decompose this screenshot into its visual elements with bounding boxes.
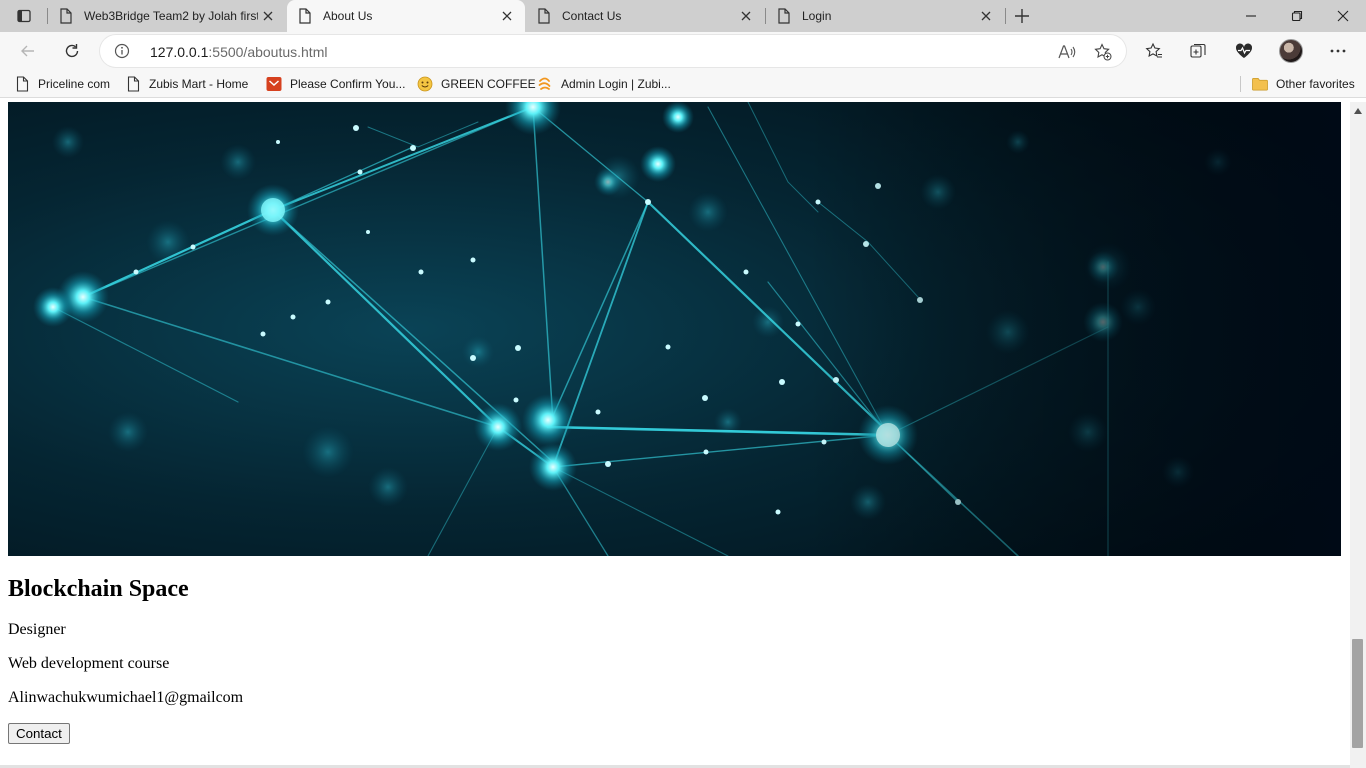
- scroll-up-arrow-icon[interactable]: [1350, 102, 1366, 119]
- tab-actions-button[interactable]: [6, 3, 42, 29]
- other-favorites-label: Other favorites: [1276, 77, 1355, 91]
- read-aloud-icon[interactable]: [1056, 41, 1078, 63]
- refresh-icon: [65, 44, 79, 58]
- tab-strip: Web3Bridge Team2 by Jolah first About Us…: [0, 0, 1366, 32]
- bookmarks-bar: Priceline com Zubis Mart - Home Please C…: [0, 70, 1366, 98]
- tab-web3bridge[interactable]: Web3Bridge Team2 by Jolah first: [48, 0, 286, 32]
- close-window-button[interactable]: [1320, 0, 1366, 32]
- other-favorites-folder[interactable]: Other favorites: [1252, 74, 1355, 94]
- bookmark-please-confirm[interactable]: Please Confirm You...: [266, 74, 405, 94]
- tab-login[interactable]: Login: [766, 0, 1004, 32]
- tab-separator: [1005, 8, 1006, 24]
- close-tab-icon[interactable]: [976, 6, 996, 26]
- bookmark-label: Priceline com: [38, 77, 111, 91]
- page-icon: [297, 8, 313, 24]
- tab-title: About Us: [323, 9, 373, 23]
- tab-title: Login: [802, 9, 832, 23]
- contact-button[interactable]: Contact: [8, 722, 70, 744]
- bookmark-label: Please Confirm You...: [290, 77, 406, 91]
- refresh-button[interactable]: [56, 35, 88, 67]
- tab-contact-us[interactable]: Contact Us: [526, 0, 764, 32]
- bookmark-green-coffee[interactable]: GREEN COFFEE: [417, 74, 536, 94]
- tab-title: Contact Us: [562, 9, 622, 23]
- bookmarks-separator: [1240, 76, 1241, 92]
- page-scrollbar[interactable]: [1350, 102, 1366, 768]
- minimize-icon: [1246, 15, 1256, 17]
- url-path: :5500/aboutus.html: [208, 44, 328, 60]
- close-icon: [1337, 10, 1349, 22]
- tab-about-us[interactable]: About Us: [287, 0, 525, 32]
- heart-pulse-icon: [1235, 43, 1253, 58]
- page-icon: [536, 8, 552, 24]
- smiley-icon: [417, 76, 433, 92]
- bookmark-label: Admin Login | Zubi...: [561, 77, 671, 91]
- plus-icon: [1015, 9, 1029, 23]
- minimize-button[interactable]: [1228, 0, 1274, 32]
- site-info-icon[interactable]: [114, 43, 130, 59]
- address-url[interactable]: 127.0.0.1:5500/aboutus.html: [150, 44, 327, 60]
- collections-icon: [1190, 43, 1206, 58]
- email-text: Alinwachukwumichael1@gmailcom: [8, 688, 244, 706]
- back-button[interactable]: [12, 35, 44, 67]
- browser-essentials-button[interactable]: [1228, 35, 1260, 67]
- role-text: Designer: [8, 620, 66, 638]
- bookmark-label: GREEN COFFEE: [441, 77, 536, 91]
- scrollbar-thumb[interactable]: [1352, 639, 1363, 748]
- favorites-button[interactable]: [1138, 35, 1170, 67]
- blockchain-network-image: [8, 102, 1341, 556]
- page-title: Blockchain Space: [8, 576, 189, 602]
- restore-icon: [1291, 10, 1303, 22]
- page-icon: [776, 8, 792, 24]
- close-tab-icon[interactable]: [497, 6, 517, 26]
- page-icon: [14, 76, 30, 92]
- browser-toolbar: 127.0.0.1:5500/aboutus.html: [0, 32, 1366, 70]
- page-icon: [125, 76, 141, 92]
- folder-icon: [1252, 76, 1268, 92]
- bookmark-priceline[interactable]: Priceline com: [14, 74, 110, 94]
- page-icon: [58, 8, 74, 24]
- tab-title: Web3Bridge Team2 by Jolah first: [84, 9, 258, 23]
- bookmark-label: Zubis Mart - Home: [149, 77, 249, 91]
- bookmark-admin-login[interactable]: Admin Login | Zubi...: [537, 74, 671, 94]
- new-tab-button[interactable]: [1008, 3, 1036, 29]
- swirl-icon: [537, 76, 553, 92]
- mail-icon: [266, 76, 282, 92]
- add-favorite-icon[interactable]: [1092, 41, 1114, 63]
- collections-button[interactable]: [1182, 35, 1214, 67]
- back-arrow-icon: [21, 45, 34, 57]
- close-tab-icon[interactable]: [736, 6, 756, 26]
- url-host: 127.0.0.1: [150, 44, 209, 60]
- profile-avatar[interactable]: [1279, 39, 1303, 63]
- more-options-icon: [1330, 49, 1346, 53]
- profile-card: Blockchain Space Designer Web developmen…: [8, 576, 243, 744]
- restore-button[interactable]: [1274, 0, 1320, 32]
- bookmark-zubis-mart[interactable]: Zubis Mart - Home: [125, 74, 248, 94]
- page-viewport: Blockchain Space Designer Web developmen…: [0, 102, 1350, 768]
- tab-actions-icon: [17, 9, 31, 23]
- address-bar[interactable]: 127.0.0.1:5500/aboutus.html: [100, 35, 1126, 67]
- close-tab-icon[interactable]: [258, 6, 278, 26]
- favorites-icon: [1145, 42, 1162, 58]
- settings-menu-button[interactable]: [1322, 35, 1354, 67]
- course-text: Web development course: [8, 654, 170, 672]
